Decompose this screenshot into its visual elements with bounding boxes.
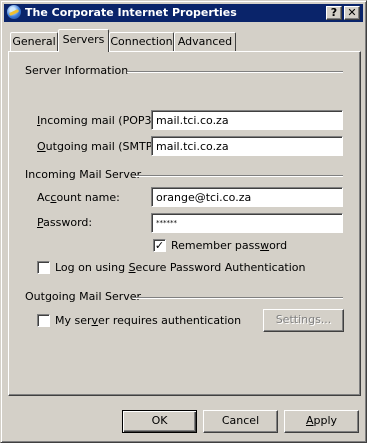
tab-general[interactable]: General (10, 32, 58, 52)
password-field[interactable]: ****** (151, 213, 343, 233)
secure-password-auth-checkbox[interactable] (37, 261, 50, 274)
account-name-label: Account name: (37, 191, 120, 204)
server-information-heading: Server Information (25, 64, 129, 77)
server-requires-auth-label[interactable]: My server requires authentication (55, 314, 241, 327)
incoming-mail-field[interactable]: mail.tci.co.za (151, 110, 343, 130)
apply-button[interactable]: Apply (284, 410, 359, 433)
cancel-button[interactable]: Cancel (203, 410, 278, 433)
remember-password-checkbox[interactable]: ✓ (153, 239, 166, 252)
ok-button[interactable]: OK (122, 410, 197, 433)
password-label: Password: (37, 216, 93, 229)
group-divider (135, 175, 343, 177)
tab-connection[interactable]: Connection (109, 32, 174, 52)
servers-tab-panel: Server Information Incoming mail (POP3):… (8, 51, 361, 396)
server-requires-auth-checkbox[interactable] (37, 314, 50, 327)
close-button[interactable]: ✕ (344, 6, 360, 20)
group-divider (133, 297, 343, 299)
help-button[interactable]: ? (326, 6, 342, 20)
properties-dialog: The Corporate Internet Properties ? ✕ Ge… (0, 0, 367, 443)
group-divider (127, 71, 343, 73)
title-bar[interactable]: The Corporate Internet Properties ? ✕ (4, 4, 363, 22)
outgoing-mail-label: Outgoing mail (SMTP): (37, 140, 161, 153)
settings-button[interactable]: Settings... (263, 309, 344, 332)
remember-password-label[interactable]: Remember password (171, 239, 287, 252)
outgoing-mail-server-heading: Outgoing Mail Server (25, 290, 142, 303)
secure-password-auth-label[interactable]: Log on using Secure Password Authenticat… (55, 261, 306, 274)
incoming-mail-server-heading: Incoming Mail Server (25, 168, 142, 181)
tab-servers[interactable]: Servers (58, 29, 109, 52)
incoming-mail-label: Incoming mail (POP3): (37, 114, 160, 127)
internet-account-icon (7, 5, 21, 19)
outgoing-mail-field[interactable]: mail.tci.co.za (151, 136, 343, 156)
account-name-field[interactable]: orange@tci.co.za (151, 187, 343, 207)
tab-advanced[interactable]: Advanced (174, 32, 236, 52)
window-title: The Corporate Internet Properties (25, 6, 237, 19)
